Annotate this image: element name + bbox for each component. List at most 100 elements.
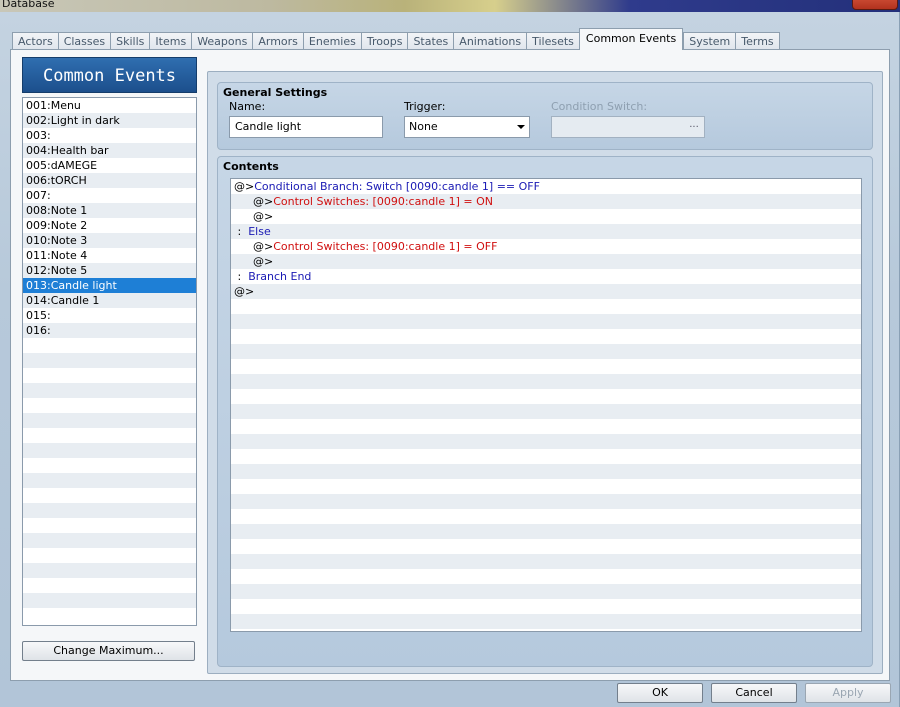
list-item[interactable]: 012:Note 5 <box>23 263 196 278</box>
list-item[interactable] <box>23 533 196 548</box>
command-row[interactable] <box>231 374 861 389</box>
command-prefix: @> <box>234 180 255 193</box>
close-button[interactable] <box>852 0 898 10</box>
command-prefix: @> <box>253 210 274 223</box>
browse-dots-button: ... <box>689 119 699 130</box>
list-item[interactable]: 011:Note 4 <box>23 248 196 263</box>
list-item[interactable] <box>23 383 196 398</box>
list-item[interactable] <box>23 398 196 413</box>
command-row[interactable]: @> <box>231 209 861 224</box>
command-row[interactable]: @> <box>231 284 861 299</box>
command-row[interactable] <box>231 344 861 359</box>
list-item[interactable] <box>23 518 196 533</box>
tab-troops[interactable]: Troops <box>360 32 408 50</box>
list-item[interactable]: 004:Health bar <box>23 143 196 158</box>
event-command-list[interactable]: @>Conditional Branch: Switch [0090:candl… <box>230 178 862 632</box>
ok-button[interactable]: OK <box>617 683 703 703</box>
list-item[interactable] <box>23 353 196 368</box>
tab-enemies[interactable]: Enemies <box>302 32 361 50</box>
list-item[interactable] <box>23 608 196 623</box>
tab-actors[interactable]: Actors <box>12 32 58 50</box>
command-row[interactable] <box>231 554 861 569</box>
common-event-list[interactable]: 001:Menu 002:Light in dark 003: 004:Health … <box>22 97 197 626</box>
command-row[interactable] <box>231 464 861 479</box>
tab-weapons[interactable]: Weapons <box>191 32 253 50</box>
tab-tilesets[interactable]: Tilesets <box>526 32 579 50</box>
command-row[interactable] <box>231 419 861 434</box>
name-input[interactable]: Candle light <box>229 116 383 138</box>
command-row[interactable] <box>231 329 861 344</box>
command-row[interactable]: @> <box>231 254 861 269</box>
command-row[interactable] <box>231 614 861 629</box>
command-row[interactable] <box>231 584 861 599</box>
list-item[interactable]: 008:Note 1 <box>23 203 196 218</box>
tab-terms[interactable]: Terms <box>735 32 780 50</box>
tab-animations[interactable]: Animations <box>453 32 527 50</box>
command-row[interactable] <box>231 539 861 554</box>
list-item[interactable] <box>23 563 196 578</box>
command-row[interactable]: @>Conditional Branch: Switch [0090:candl… <box>231 179 861 194</box>
tab-classes[interactable]: Classes <box>57 32 111 50</box>
list-item[interactable] <box>23 578 196 593</box>
command-row[interactable] <box>231 299 861 314</box>
tab-skills[interactable]: Skills <box>110 32 150 50</box>
list-item[interactable] <box>23 503 196 518</box>
tab-system[interactable]: System <box>683 32 736 50</box>
list-item[interactable]: 014:Candle 1 <box>23 293 196 308</box>
command-row[interactable] <box>231 314 861 329</box>
list-item[interactable]: 010:Note 3 <box>23 233 196 248</box>
list-item[interactable] <box>23 443 196 458</box>
list-item[interactable] <box>23 338 196 353</box>
window-title: Database <box>2 0 55 10</box>
command-prefix: @> <box>234 285 255 298</box>
cancel-button[interactable]: Cancel <box>711 683 797 703</box>
command-row[interactable] <box>231 479 861 494</box>
list-item[interactable] <box>23 593 196 608</box>
tab-states[interactable]: States <box>407 32 454 50</box>
tab-common-events[interactable]: Common Events <box>578 28 684 50</box>
list-item[interactable] <box>23 548 196 563</box>
list-item[interactable]: 015: <box>23 308 196 323</box>
list-item[interactable] <box>23 428 196 443</box>
command-row[interactable]: @>Control Switches: [0090:candle 1] = ON <box>231 194 861 209</box>
list-item[interactable]: 005:dAMEGE <box>23 158 196 173</box>
list-item[interactable]: 001:Menu <box>23 98 196 113</box>
command-row[interactable] <box>231 404 861 419</box>
list-item[interactable] <box>23 458 196 473</box>
command-row[interactable] <box>231 389 861 404</box>
command-row[interactable]: : Else <box>231 224 861 239</box>
command-row[interactable] <box>231 449 861 464</box>
command-row[interactable] <box>231 359 861 374</box>
change-maximum-button[interactable]: Change Maximum... <box>22 641 195 661</box>
tab-strip: Actors Classes Skills Items Weapons Armors Ene… <box>12 28 780 50</box>
list-item[interactable]: 009:Note 2 <box>23 218 196 233</box>
list-item[interactable]: 002:Light in dark <box>23 113 196 128</box>
general-settings-group: General Settings Name: Candle light Trig… <box>217 82 873 150</box>
trigger-select[interactable]: None <box>404 116 530 138</box>
command-row[interactable] <box>231 434 861 449</box>
list-item[interactable]: 016: <box>23 323 196 338</box>
command-row[interactable] <box>231 569 861 584</box>
list-item[interactable]: 006:tORCH <box>23 173 196 188</box>
command-row[interactable] <box>231 524 861 539</box>
command-row[interactable]: @>Control Switches: [0090:candle 1] = OF… <box>231 239 861 254</box>
list-item[interactable] <box>23 413 196 428</box>
common-events-panel: Common Events 001:Menu 002:Light in dark 0… <box>10 49 890 681</box>
apply-button: Apply <box>805 683 891 703</box>
tab-items[interactable]: Items <box>149 32 192 50</box>
command-row[interactable] <box>231 509 861 524</box>
tab-armors[interactable]: Armors <box>252 32 303 50</box>
list-item[interactable] <box>23 488 196 503</box>
contents-title: Contents <box>223 160 279 173</box>
command-row[interactable] <box>231 599 861 614</box>
list-item[interactable]: 007: <box>23 188 196 203</box>
trigger-label: Trigger: <box>404 100 446 113</box>
list-item[interactable] <box>23 368 196 383</box>
list-item[interactable]: 003: <box>23 128 196 143</box>
list-title: Common Events <box>22 57 197 93</box>
command-row[interactable] <box>231 494 861 509</box>
command-row[interactable]: : Branch End <box>231 269 861 284</box>
database-window: Actors Classes Skills Items Weapons Armors Ene… <box>0 12 900 707</box>
list-item[interactable] <box>23 473 196 488</box>
list-item[interactable]: 013:Candle light <box>23 278 196 293</box>
